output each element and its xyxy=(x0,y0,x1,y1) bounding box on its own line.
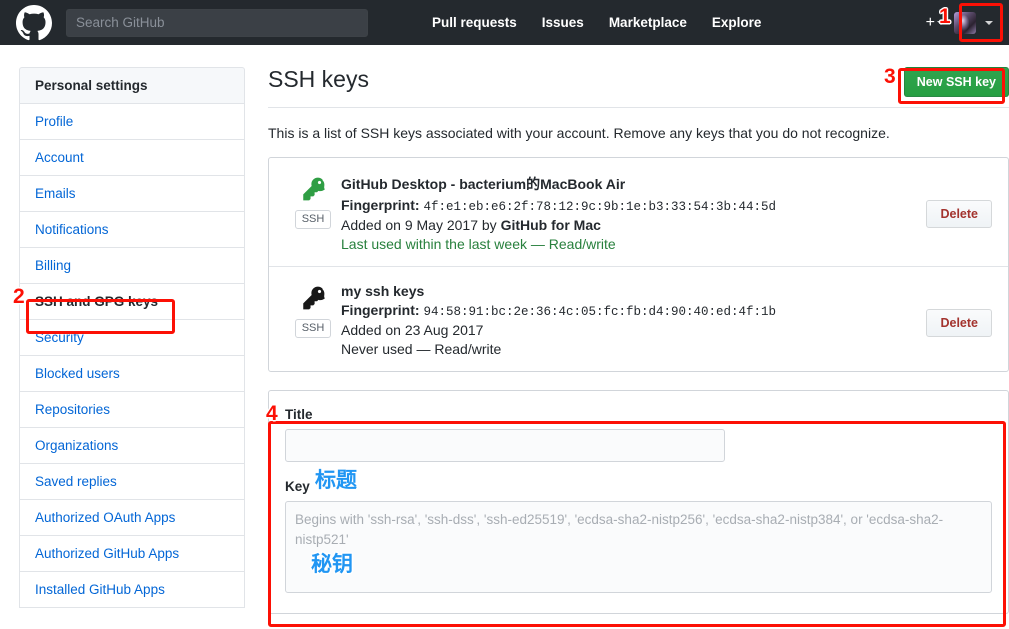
key-icon-group: SSH xyxy=(285,283,341,357)
intro-text: This is a list of SSH keys associated wi… xyxy=(268,125,890,141)
page-body: Personal settings Profile Account Emails… xyxy=(0,45,1009,614)
ssh-badge: SSH xyxy=(294,210,332,230)
ssh-key-row: SSH my ssh keys Fingerprint: 94:58:91:bc… xyxy=(269,266,1008,371)
new-ssh-key-button[interactable]: New SSH key xyxy=(903,67,1009,97)
delete-key-button[interactable]: Delete xyxy=(926,200,992,228)
annotation-chinese-key: 秘钥 xyxy=(311,552,353,576)
key-field-label: Key xyxy=(285,479,310,494)
header-nav: Pull requests Issues Marketplace Explore xyxy=(432,15,761,30)
sidebar-item-account[interactable]: Account xyxy=(19,140,245,176)
ssh-key-fingerprint: Fingerprint: 4f:e1:eb:e6:2f:78:12:9c:9b:… xyxy=(341,197,926,214)
title-input[interactable] xyxy=(285,429,725,462)
avatar-chevron-down-icon[interactable] xyxy=(985,20,993,25)
avatar[interactable] xyxy=(954,11,976,34)
annotation-number-2: 2 xyxy=(13,285,25,308)
main-content: SSH keys New SSH key This is a list of S… xyxy=(268,66,1009,614)
sidebar-item-authorized-oauth-apps[interactable]: Authorized OAuth Apps xyxy=(19,500,245,536)
ssh-key-row: SSH GitHub Desktop - bacterium的MacBook A… xyxy=(269,158,1008,266)
key-icon-black xyxy=(300,285,326,311)
key-icon-group: SSH xyxy=(285,174,341,252)
added-prefix: Added on 9 May 2017 by xyxy=(341,217,501,233)
delete-key-button[interactable]: Delete xyxy=(926,309,992,337)
sidebar-item-blocked-users[interactable]: Blocked users xyxy=(19,356,245,392)
sidebar-item-profile[interactable]: Profile xyxy=(19,104,245,140)
search-input[interactable]: Search GitHub xyxy=(66,8,368,37)
key-textarea[interactable]: Begins with 'ssh-rsa', 'ssh-dss', 'ssh-e… xyxy=(285,501,992,593)
added-by: GitHub for Mac xyxy=(500,217,601,233)
global-header: Search GitHub Pull requests Issues Marke… xyxy=(0,0,1009,45)
sidebar-item-ssh-and-gpg-keys[interactable]: SSH and GPG keys xyxy=(19,284,245,320)
sidebar-item-installed-github-apps[interactable]: Installed GitHub Apps xyxy=(19,572,245,608)
nav-issues[interactable]: Issues xyxy=(542,15,584,30)
key-icon-green xyxy=(300,176,326,202)
ssh-key-info: my ssh keys Fingerprint: 94:58:91:bc:2e:… xyxy=(341,283,926,357)
sidebar-item-authorized-github-apps[interactable]: Authorized GitHub Apps xyxy=(19,536,245,572)
sidebar-item-billing[interactable]: Billing xyxy=(19,248,245,284)
annotation-number-4: 4 xyxy=(266,402,278,425)
annotation-chinese-title: 标题 xyxy=(315,468,357,492)
github-mark-icon[interactable] xyxy=(16,4,52,41)
fingerprint-value: 94:58:91:bc:2e:36:4c:05:fc:fb:d4:90:40:e… xyxy=(423,305,776,319)
title-field-label: Title xyxy=(285,407,313,422)
ssh-key-info: GitHub Desktop - bacterium的MacBook Air F… xyxy=(341,174,926,252)
nav-marketplace[interactable]: Marketplace xyxy=(609,15,687,30)
plus-icon: + xyxy=(925,13,935,31)
annotation-number-3: 3 xyxy=(884,65,896,88)
fingerprint-label: Fingerprint: xyxy=(341,197,420,213)
ssh-key-added: Added on 9 May 2017 by GitHub for Mac xyxy=(341,217,926,233)
sidebar-item-emails[interactable]: Emails xyxy=(19,176,245,212)
header-right-actions: + xyxy=(925,11,997,34)
ssh-key-title: my ssh keys xyxy=(341,283,425,299)
ssh-key-usage: Never used — Read/write xyxy=(341,341,502,357)
ssh-key-list: SSH GitHub Desktop - bacterium的MacBook A… xyxy=(268,157,1009,372)
fingerprint-value: 4f:e1:eb:e6:2f:78:12:9c:9b:1e:b3:33:54:3… xyxy=(423,200,776,214)
sidebar-item-organizations[interactable]: Organizations xyxy=(19,428,245,464)
ssh-badge: SSH xyxy=(294,319,332,339)
new-ssh-key-form: Title Key Begins with 'ssh-rsa', 'ssh-ds… xyxy=(268,390,1009,614)
fingerprint-label: Fingerprint: xyxy=(341,302,420,318)
content-header: SSH keys New SSH key xyxy=(268,66,1009,108)
settings-sidebar: Personal settings Profile Account Emails… xyxy=(19,67,245,614)
page-title: SSH keys xyxy=(268,66,369,92)
sidebar-item-security[interactable]: Security xyxy=(19,320,245,356)
ssh-key-fingerprint: Fingerprint: 94:58:91:bc:2e:36:4c:05:fc:… xyxy=(341,302,926,319)
nav-explore[interactable]: Explore xyxy=(712,15,762,30)
nav-pull-requests[interactable]: Pull requests xyxy=(432,15,517,30)
annotation-number-1: 1 xyxy=(939,5,951,28)
ssh-key-title: GitHub Desktop - bacterium的MacBook Air xyxy=(341,176,626,192)
sidebar-item-saved-replies[interactable]: Saved replies xyxy=(19,464,245,500)
ssh-key-added: Added on 23 Aug 2017 xyxy=(341,322,484,338)
ssh-key-usage: Last used within the last week — Read/wr… xyxy=(341,236,616,252)
sidebar-item-notifications[interactable]: Notifications xyxy=(19,212,245,248)
sidebar-item-repositories[interactable]: Repositories xyxy=(19,392,245,428)
sidebar-heading: Personal settings xyxy=(19,67,245,104)
